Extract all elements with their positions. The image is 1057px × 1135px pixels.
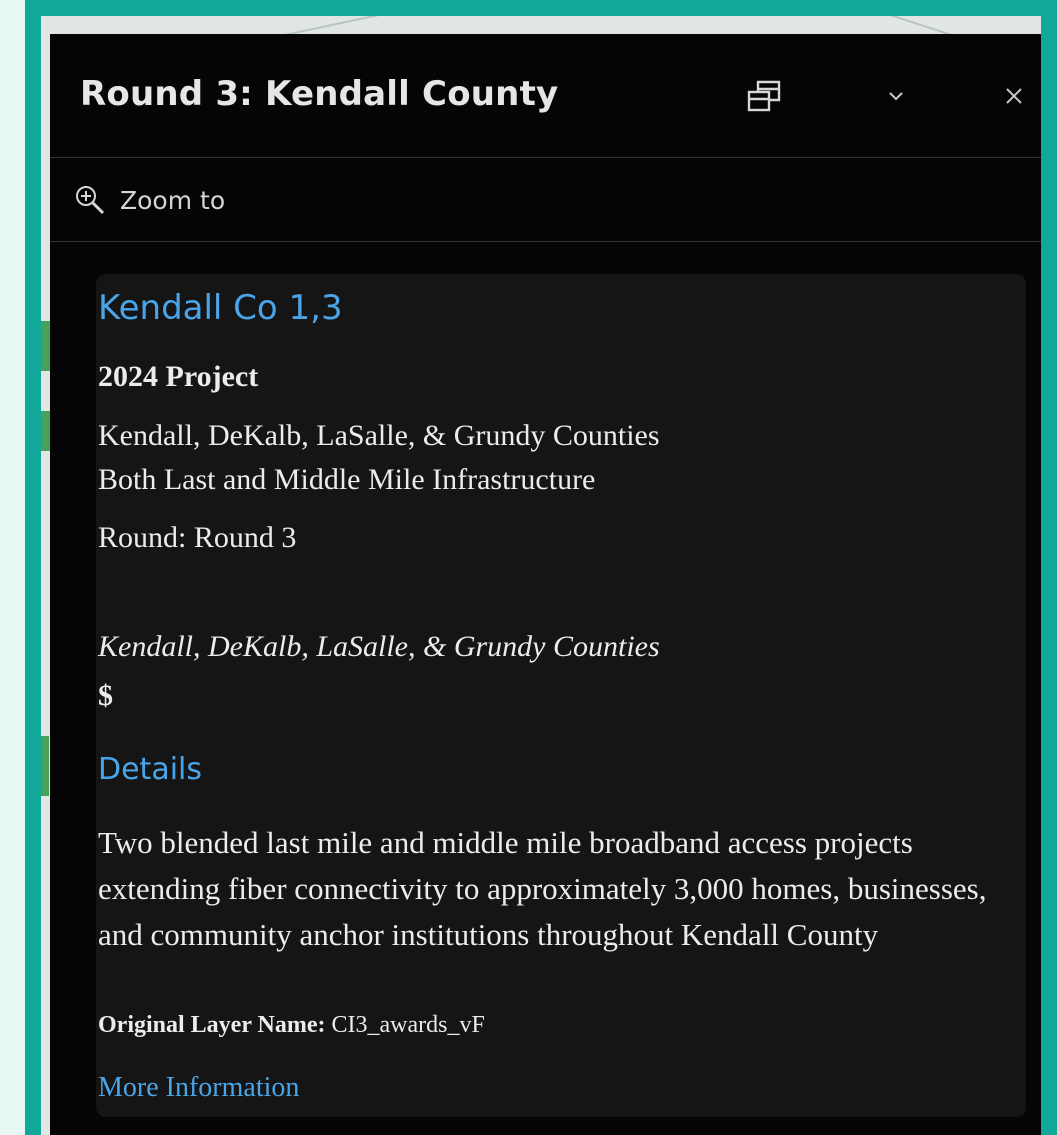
feature-card: Kendall Co 1,3 2024 Project Kendall, DeK… [96,274,1026,1117]
panel-title: Round 3: Kendall County [80,74,559,114]
zoom-to-label: Zoom to [120,185,226,215]
action-bar: Zoom to [50,158,1041,242]
amount-text: $ [98,679,113,712]
counties-text: Kendall, DeKalb, LaSalle, & Grundy Count… [98,419,660,452]
dock-button[interactable] [740,72,788,120]
infrastructure-text: Both Last and Middle Mile Infrastructure [98,463,596,496]
close-icon [1006,88,1022,104]
dock-icon [747,80,781,112]
zoom-to-button[interactable]: Zoom to [74,180,225,220]
feature-title: Kendall Co 1,3 [98,288,343,328]
counties-italic-text: Kendall, DeKalb, LaSalle, & Grundy Count… [98,630,660,663]
description-text: Two blended last mile and middle mile br… [98,825,987,952]
project-year: 2024 Project [98,360,259,393]
popup-panel: Round 3: Kendall County Zoom to Kendall … [50,34,1041,1135]
details-heading: Details [98,752,203,787]
panel-header: Round 3: Kendall County [50,34,1041,158]
original-layer-label: Original Layer Name: [98,1012,326,1038]
original-layer-value: CI3_awards_vF [325,1012,485,1038]
chevron-down-icon [889,92,903,101]
round-text: Round: Round 3 [98,521,297,554]
close-button[interactable] [990,72,1038,120]
map-park [41,736,49,796]
more-information-link[interactable]: More Information [98,1072,299,1104]
original-layer-name: Original Layer Name: CI3_awards_vF [98,1012,485,1039]
zoom-in-icon [76,186,105,215]
collapse-button[interactable] [872,72,920,120]
